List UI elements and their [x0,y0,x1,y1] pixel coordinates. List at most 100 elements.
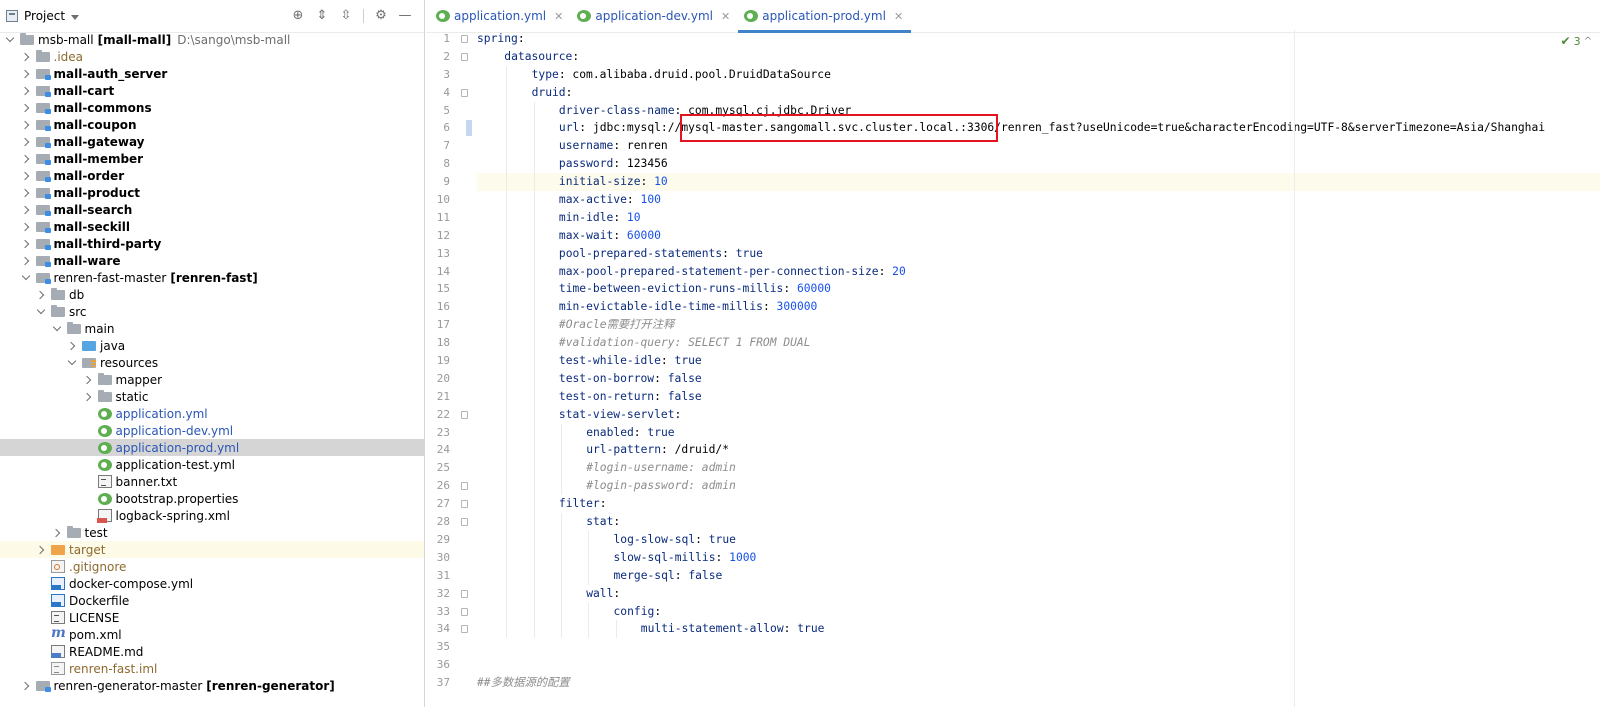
tree-item[interactable]: mapper [0,371,424,388]
chevron-right-icon[interactable] [35,289,47,301]
editor-tab[interactable]: application-dev.yml ✕ [571,0,738,32]
fold-marker-icon[interactable] [461,88,468,97]
fold-marker-icon[interactable] [461,589,468,598]
fold-marker-icon[interactable] [461,500,468,509]
tree-item-label: msb-mall [38,32,94,47]
tree-item[interactable]: test [0,524,424,541]
tree-item[interactable]: README.md [0,643,424,660]
tree-item-label: docker-compose.yml [69,576,194,591]
tree-item[interactable]: mall-order [0,167,424,184]
locate-file-icon[interactable]: ⊕ [291,9,305,23]
chevron-right-icon[interactable] [20,255,32,267]
tree-item[interactable]: static [0,388,424,405]
tree-item[interactable]: pom.xml [0,625,424,643]
chevron-right-icon[interactable] [20,221,32,233]
chevron-down-icon[interactable] [20,272,32,284]
chevron-right-icon[interactable] [20,136,32,148]
tree-item[interactable]: mall-commons [0,99,424,116]
fold-marker-icon[interactable] [461,518,468,527]
tree-item[interactable]: mall-auth_server [0,65,424,82]
tree-item[interactable]: mall-cart [0,82,424,99]
tree-item[interactable]: msb-mall [mall-mall] D:\sango\msb-mall [0,31,424,48]
fold-marker-icon[interactable] [461,607,468,616]
fold-marker-icon[interactable] [461,410,468,419]
fold-marker-icon[interactable] [461,52,468,61]
tree-item[interactable]: application.yml [0,405,424,422]
line-number: 28 [426,513,474,531]
editor-tab[interactable]: application-prod.yml ✕ [738,0,912,33]
tree-item[interactable]: resources [0,354,424,371]
tree-item[interactable]: java [0,337,424,354]
line-number-text: 35 [436,640,450,654]
chevron-right-icon[interactable] [20,85,32,97]
chevron-right-icon[interactable] [20,170,32,182]
module-icon [35,238,51,250]
chevron-down-icon[interactable] [35,306,47,318]
gear-icon[interactable]: ⚙ [374,9,388,23]
tree-item[interactable]: mall-member [0,150,424,167]
close-icon[interactable]: ✕ [721,10,730,23]
tree-item[interactable]: application-prod.yml [0,439,424,456]
chevron-right-icon[interactable] [20,204,32,216]
chevron-right-icon[interactable] [66,340,78,352]
code-area[interactable]: spring: datasource: type: com.alibaba.drui… [477,30,1600,707]
tree-item[interactable]: mall-search [0,201,424,218]
chevron-right-icon[interactable] [20,680,32,692]
chevron-down-icon[interactable] [66,357,78,369]
tree-item[interactable]: target [0,541,424,558]
tree-item[interactable]: bootstrap.properties [0,490,424,507]
tree-item[interactable]: logback-spring.xml [0,507,424,524]
fold-marker-icon[interactable] [461,35,468,43]
indent-guide [533,334,535,353]
hide-panel-icon[interactable]: — [398,9,412,23]
tree-item[interactable]: mall-seckill [0,218,424,235]
tree-item[interactable]: main [0,320,424,337]
tree-item[interactable]: mall-gateway [0,133,424,150]
fold-marker-icon[interactable] [461,482,468,491]
chevron-right-icon[interactable] [20,102,32,114]
chevron-right-icon[interactable] [20,68,32,80]
chevron-down-icon[interactable] [4,34,16,46]
tree-item[interactable]: mall-coupon [0,116,424,133]
tree-item[interactable]: .idea [0,48,424,65]
tree-item[interactable]: renren-fast.iml [0,660,424,677]
chevron-right-icon[interactable] [20,51,32,63]
tree-item[interactable]: banner.txt [0,473,424,490]
tree-item[interactable]: renren-fast-master [renren-fast] [0,269,424,286]
close-icon[interactable]: ✕ [894,10,903,23]
chevron-right-icon[interactable] [51,527,63,539]
fold-marker-icon[interactable] [461,625,468,634]
close-icon[interactable]: ✕ [554,10,563,23]
chevron-right-icon[interactable] [82,391,94,403]
tree-item-label: mall-member [53,151,144,166]
tree-item[interactable]: LICENSE [0,609,424,626]
yaml-value: false [667,389,702,403]
tree-item[interactable]: db [0,286,424,303]
tree-item[interactable]: mall-ware [0,252,424,269]
tree-item[interactable]: src [0,303,424,320]
tree-item[interactable]: application-test.yml [0,456,424,473]
code-line: test-on-borrow: false [477,369,1600,388]
chevron-down-icon[interactable] [71,14,80,20]
editor-tab[interactable]: application.yml ✕ [430,0,571,32]
tree-item[interactable]: docker-compose.yml [0,575,424,592]
expand-all-icon[interactable]: ⇕ [315,9,329,23]
tree-item[interactable]: renren-generator-master [renren-generator… [0,677,424,694]
chevron-right-icon[interactable] [20,119,32,131]
tree-item[interactable]: Dockerfile [0,592,424,609]
tree-item[interactable]: application-dev.yml [0,422,424,439]
inspection-widget[interactable]: ✔ 3 ^ [1561,34,1592,48]
chevron-right-icon[interactable] [35,544,47,556]
chevron-down-icon[interactable] [51,323,63,335]
chevron-right-icon[interactable] [20,187,32,199]
yaml-value: true [708,532,736,546]
chevron-right-icon[interactable] [20,238,32,250]
chevron-right-icon[interactable] [20,153,32,165]
collapse-all-icon[interactable]: ⇳ [339,9,353,23]
yaml-value: 100 [640,193,661,207]
tree-item[interactable]: mall-third-party [0,235,424,252]
tree-item[interactable]: mall-product [0,184,424,201]
project-panel-title[interactable]: Project [24,9,65,23]
tree-item[interactable]: .gitignore [0,558,424,575]
chevron-right-icon[interactable] [82,374,94,386]
